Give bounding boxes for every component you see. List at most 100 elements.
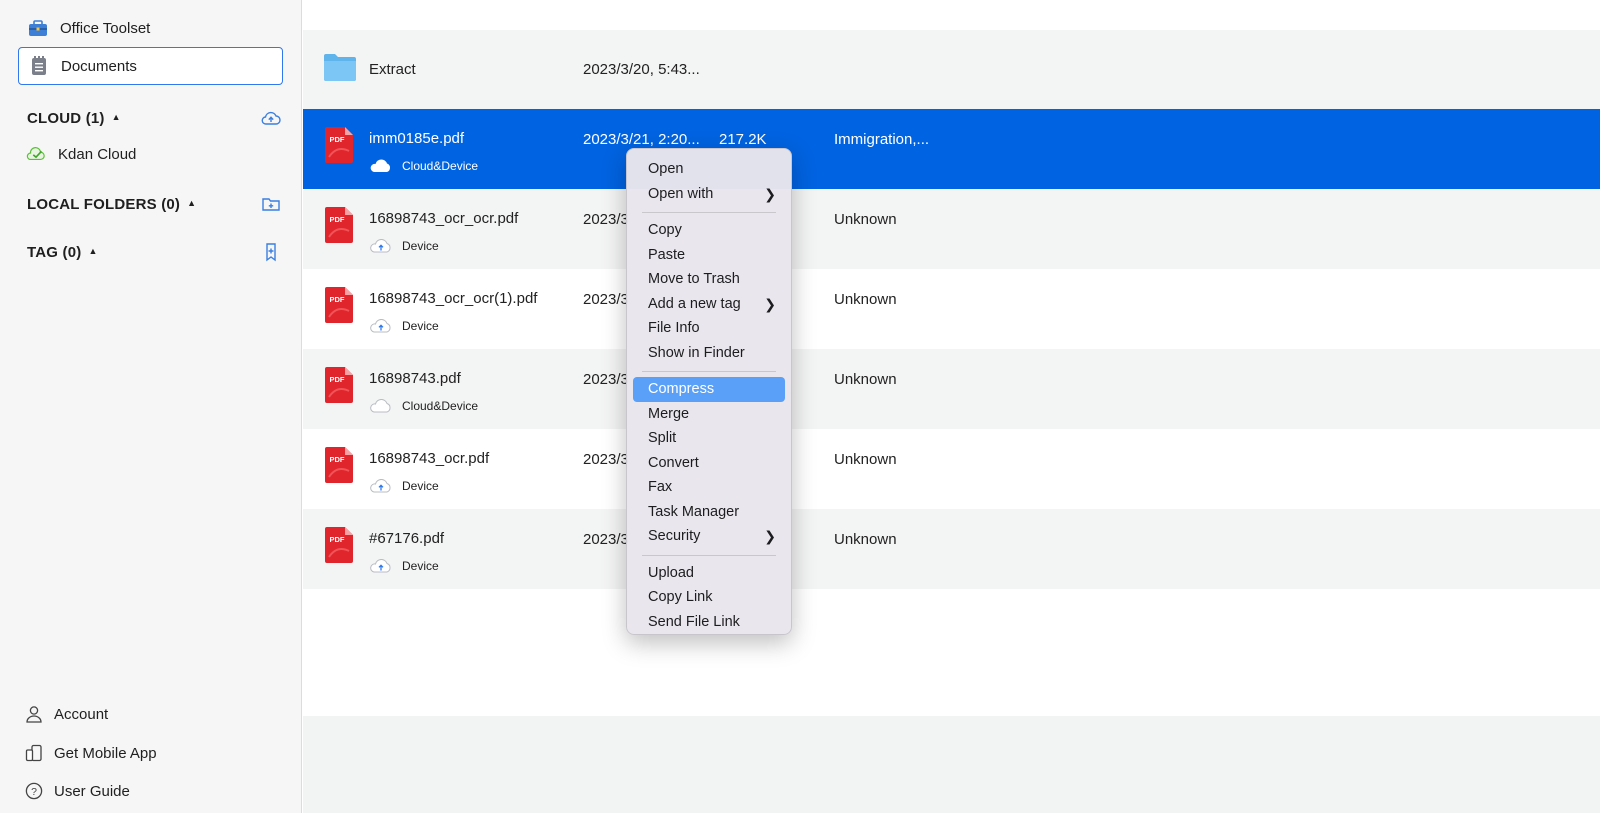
cloud-upload-icon xyxy=(369,559,393,573)
sidebar-item-kdan-cloud[interactable]: Kdan Cloud xyxy=(16,135,281,173)
caret-up-icon: ▲ xyxy=(187,198,197,208)
menu-item-copy[interactable]: Copy xyxy=(633,218,785,243)
context-menu: Open Open with ❯ Copy Paste Move to Trash… xyxy=(626,148,792,635)
cloud-upload-icon[interactable] xyxy=(260,107,282,129)
menu-item-label: Open xyxy=(648,161,684,177)
file-location: Device xyxy=(369,479,439,493)
svg-text:PDF: PDF xyxy=(330,535,345,544)
menu-item-move-to-trash[interactable]: Move to Trash xyxy=(633,267,785,292)
table-row[interactable]: PDF 16898743_ocr_ocr(1).pdf Device 2023/… xyxy=(303,269,1600,349)
file-location: Device xyxy=(369,559,439,573)
file-date: 2023/3 xyxy=(583,531,629,548)
account-button[interactable]: Account xyxy=(24,701,108,727)
menu-divider xyxy=(642,554,776,556)
local-folders-section-header[interactable]: LOCAL FOLDERS (0) ▲ xyxy=(27,193,282,215)
menu-item-open-with[interactable]: Open with ❯ xyxy=(633,182,785,207)
menu-item-task-manager[interactable]: Task Manager xyxy=(633,500,785,525)
file-name: #67176.pdf xyxy=(369,530,445,547)
file-date: 2023/3 xyxy=(583,451,629,468)
menu-item-label: Paste xyxy=(648,246,686,263)
mobile-device-icon xyxy=(24,743,44,763)
menu-item-label: Task Manager xyxy=(648,503,740,520)
user-guide-label: User Guide xyxy=(54,782,130,800)
file-location-label: Cloud&Device xyxy=(402,159,479,173)
account-label: Account xyxy=(54,705,109,723)
table-row[interactable]: PDF 16898743_ocr_ocr.pdf Device 2023/3 U… xyxy=(303,189,1600,269)
menu-item-send-file-link[interactable]: Send File Link xyxy=(633,610,785,635)
menu-item-convert[interactable]: Convert xyxy=(633,451,785,476)
menu-item-upload[interactable]: Upload xyxy=(633,561,785,586)
menu-item-file-info[interactable]: File Info xyxy=(633,316,785,341)
get-mobile-app-button[interactable]: Get Mobile App xyxy=(24,740,157,766)
file-tag: Immigration,... xyxy=(834,131,930,148)
cloud-section-label: CLOUD (1) xyxy=(27,109,105,127)
menu-item-copy-link[interactable]: Copy Link xyxy=(633,585,785,610)
menu-divider xyxy=(642,212,776,213)
table-row[interactable] xyxy=(303,0,1600,30)
table-row[interactable]: PDF 16898743.pdf Cloud&Device 2023/3 Unk… xyxy=(303,349,1600,429)
svg-text:PDF: PDF xyxy=(330,455,345,464)
pdf-file-icon: PDF xyxy=(325,447,353,483)
tag-section-label: TAG (0) xyxy=(27,243,82,261)
menu-item-label: Security xyxy=(648,528,701,544)
file-tag: Unknown xyxy=(834,211,897,228)
file-list-area: Extract 2023/3/20, 5:43... PDF imm0185e.… xyxy=(303,0,1600,813)
file-tag: Unknown xyxy=(834,531,897,548)
cloud-icon xyxy=(369,399,393,413)
menu-item-compress[interactable]: Compress xyxy=(633,377,785,402)
cloud-upload-icon xyxy=(369,319,393,333)
menu-item-paste[interactable]: Paste xyxy=(633,243,785,268)
menu-item-merge[interactable]: Merge xyxy=(633,402,785,427)
menu-item-open[interactable]: Open xyxy=(633,157,785,182)
menu-item-label: Show in Finder xyxy=(648,344,745,361)
menu-item-label: Copy xyxy=(648,222,682,238)
pdf-file-icon: PDF xyxy=(325,207,353,243)
file-location-label: Device xyxy=(402,239,439,253)
file-name: 16898743.pdf xyxy=(369,370,461,387)
sidebar-item-documents[interactable]: Documents xyxy=(18,47,283,85)
menu-item-show-in-finder[interactable]: Show in Finder xyxy=(633,341,785,366)
menu-item-label: Compress xyxy=(648,381,715,397)
file-name: 16898743_ocr.pdf xyxy=(369,450,490,467)
table-row[interactable]: PDF 16898743_ocr.pdf Device 2023/3 Unkno… xyxy=(303,429,1600,509)
file-name: 16898743_ocr_ocr.pdf xyxy=(369,210,519,227)
menu-item-fax[interactable]: Fax xyxy=(633,475,785,500)
tag-section-header[interactable]: TAG (0) ▲ xyxy=(27,241,282,263)
menu-item-split[interactable]: Split xyxy=(633,426,785,451)
svg-text:PDF: PDF xyxy=(330,375,345,384)
menu-item-add-tag[interactable]: Add a new tag ❯ xyxy=(633,292,785,317)
cloud-section-header[interactable]: CLOUD (1) ▲ xyxy=(27,107,282,129)
file-tag: Unknown xyxy=(834,451,897,468)
table-row[interactable]: PDF #67176.pdf Device 2023/3 Unknown xyxy=(303,509,1600,589)
sidebar: Office Toolset Documents CLOUD (1) ▲ Kdan… xyxy=(0,0,302,813)
toolbox-icon xyxy=(28,18,48,38)
table-row[interactable]: Extract 2023/3/20, 5:43... xyxy=(303,30,1600,110)
cloud-icon xyxy=(369,159,393,173)
table-row-selected[interactable]: PDF imm0185e.pdf Cloud&Device 2023/3/21,… xyxy=(303,109,1600,189)
file-location: Device xyxy=(369,319,439,333)
user-guide-button[interactable]: ? User Guide xyxy=(24,778,130,804)
menu-divider xyxy=(642,371,776,372)
svg-text:PDF: PDF xyxy=(330,295,345,304)
menu-item-label: Upload xyxy=(648,564,694,581)
menu-item-label: Send File Link xyxy=(648,613,740,630)
file-date: 2023/3 xyxy=(583,291,629,308)
file-location-label: Device xyxy=(402,479,439,493)
menu-item-label: Split xyxy=(648,430,677,446)
add-tag-icon[interactable] xyxy=(260,241,282,263)
svg-text:?: ? xyxy=(31,786,37,798)
folder-icon xyxy=(323,52,357,82)
user-icon xyxy=(24,704,44,724)
file-location: Cloud&Device xyxy=(369,399,478,413)
file-location-label: Device xyxy=(402,319,439,333)
sidebar-item-office-toolset[interactable]: Office Toolset xyxy=(18,9,283,47)
sidebar-item-label: Office Toolset xyxy=(60,19,151,37)
caret-up-icon: ▲ xyxy=(88,246,98,256)
menu-item-security[interactable]: Security ❯ xyxy=(633,524,785,549)
file-location: Cloud&Device xyxy=(369,159,478,173)
menu-item-label: Convert xyxy=(648,454,699,471)
chevron-right-icon: ❯ xyxy=(764,528,776,544)
menu-item-label: Move to Trash xyxy=(648,271,740,287)
file-size: 217.2K xyxy=(719,131,767,148)
add-folder-icon[interactable] xyxy=(260,193,282,215)
